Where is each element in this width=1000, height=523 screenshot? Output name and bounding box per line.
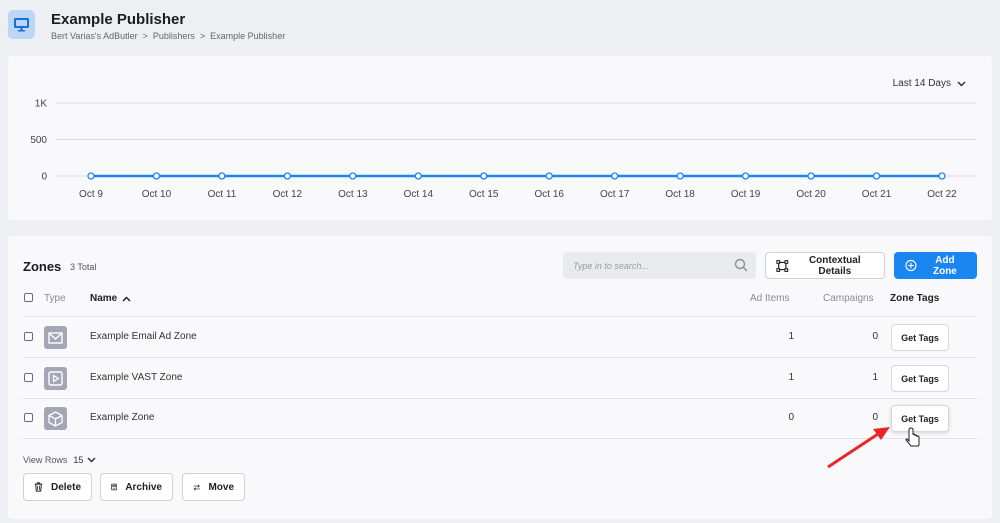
table-row: Example Email Ad Zone 1 0 Get Tags	[8, 317, 992, 358]
x-tick-label: Oct 13	[338, 189, 368, 200]
view-rows-value: 15	[73, 455, 84, 465]
view-rows-select[interactable]: 15	[73, 455, 96, 465]
contextual-details-icon	[776, 259, 789, 272]
breadcrumb-separator: >	[199, 31, 206, 41]
add-zone-button[interactable]: Add Zone	[894, 252, 977, 279]
data-point	[741, 172, 750, 180]
column-campaigns[interactable]: Campaigns	[823, 293, 874, 304]
data-point	[676, 172, 684, 180]
data-point	[545, 172, 553, 180]
get-tags-button[interactable]: Get Tags	[891, 405, 949, 432]
move-button[interactable]: Move	[182, 473, 245, 501]
zones-count: 3 Total	[70, 262, 97, 272]
zone-name-link[interactable]: Example Email Ad Zone	[90, 331, 197, 342]
column-name[interactable]: Name	[90, 293, 131, 304]
page-title: Example Publisher	[51, 11, 186, 28]
view-rows: View Rows 15	[23, 455, 96, 465]
column-ad-items[interactable]: Ad Items	[750, 293, 789, 304]
row-checkbox[interactable]	[24, 373, 33, 382]
campaigns-count: 1	[872, 372, 878, 383]
archive-button[interactable]: Archive	[100, 473, 173, 501]
ad-items-count: 1	[788, 372, 794, 383]
archive-label: Archive	[125, 481, 162, 493]
data-point	[283, 172, 292, 180]
line-chart: 0 500 1K Oct 9 Oct 10 Oct 11 Oct 12 Oct 13 Oct 1…	[30, 99, 977, 200]
stats-chart-card: Last 14 Days 0 500 1K Oct 9 Oct 10 Oct 11 Oct …	[8, 56, 992, 220]
breadcrumb-publishers[interactable]: Publishers	[153, 31, 195, 41]
add-zone-label: Add Zone	[932, 254, 957, 277]
data-point	[611, 172, 619, 180]
x-tick-label: Oct 22	[927, 189, 957, 200]
video-play-icon	[44, 367, 67, 390]
x-tick-label: Oct 16	[534, 189, 564, 200]
ad-items-count: 1	[788, 331, 794, 342]
zones-card: Zones 3 Total Contextual Details Add Zon…	[8, 236, 992, 519]
get-tags-button[interactable]: Get Tags	[891, 365, 949, 392]
email-icon	[44, 326, 67, 349]
x-tick-label: Oct 17	[600, 189, 630, 200]
row-checkbox[interactable]	[24, 332, 33, 341]
y-tick-label: 0	[41, 172, 47, 183]
contextual-details-button[interactable]: Contextual Details	[765, 252, 885, 279]
x-tick-label: Oct 11	[208, 189, 237, 200]
view-rows-label: View Rows	[23, 455, 68, 465]
row-checkbox[interactable]	[24, 413, 33, 422]
x-tick-label: Oct 10	[142, 189, 172, 200]
data-point	[938, 172, 946, 180]
select-all-checkbox[interactable]	[24, 293, 33, 302]
table-row: Example Zone 0 0 Get Tags	[8, 398, 992, 439]
zones-title: Zones	[23, 259, 62, 274]
move-label: Move	[208, 481, 234, 493]
trash-icon	[34, 482, 43, 492]
breadcrumb-account[interactable]: Bert Varias's AdButler	[51, 31, 138, 41]
page-header: Example Publisher Bert Varias's AdButler…	[0, 0, 1000, 48]
campaigns-count: 0	[872, 412, 878, 423]
campaigns-count: 0	[872, 331, 878, 342]
breadcrumb-separator: >	[142, 31, 148, 41]
data-point	[807, 172, 815, 180]
get-tags-button[interactable]: Get Tags	[891, 324, 949, 351]
archive-icon	[111, 483, 118, 491]
breadcrumb: Bert Varias's AdButler > Publishers > Ex…	[51, 31, 285, 41]
data-point	[152, 172, 161, 180]
chevron-down-icon	[87, 457, 96, 463]
column-name-label: Name	[90, 293, 118, 304]
column-type[interactable]: Type	[44, 293, 66, 304]
data-point	[480, 172, 488, 180]
breadcrumb-current: Example Publisher	[210, 31, 286, 41]
y-tick-label: 500	[30, 135, 47, 146]
search-icon[interactable]	[734, 258, 748, 272]
data-point	[872, 172, 881, 180]
plus-circle-icon	[905, 259, 917, 272]
data-point	[218, 172, 226, 180]
zone-name-link[interactable]: Example Zone	[90, 412, 154, 423]
x-tick-label: Oct 21	[862, 189, 892, 200]
data-point	[349, 172, 357, 180]
move-arrows-icon	[193, 484, 200, 490]
x-tick-label: Oct 9	[79, 189, 103, 200]
x-tick-label: Oct 14	[404, 189, 434, 200]
ad-items-count: 0	[788, 412, 794, 423]
x-tick-label: Oct 15	[469, 189, 499, 200]
contextual-details-label: Contextual Details	[808, 254, 861, 277]
table-row: Example VAST Zone 1 1 Get Tags	[8, 358, 992, 399]
sort-ascending-icon	[122, 295, 131, 302]
divider	[23, 438, 977, 439]
column-zone-tags: Zone Tags	[890, 293, 940, 304]
search-box	[563, 252, 756, 279]
data-point	[414, 172, 422, 180]
delete-button[interactable]: Delete	[23, 473, 92, 501]
x-tick-label: Oct 12	[273, 189, 303, 200]
x-tick-label: Oct 18	[665, 189, 695, 200]
x-tick-label: Oct 20	[796, 189, 826, 200]
x-tick-label: Oct 19	[731, 189, 761, 200]
zone-name-link[interactable]: Example VAST Zone	[90, 372, 182, 383]
cube-icon	[44, 407, 67, 430]
monitor-icon	[8, 10, 35, 39]
delete-label: Delete	[50, 481, 81, 493]
y-tick-label: 1K	[35, 99, 48, 110]
search-input[interactable]	[563, 252, 756, 279]
data-point	[87, 172, 95, 180]
